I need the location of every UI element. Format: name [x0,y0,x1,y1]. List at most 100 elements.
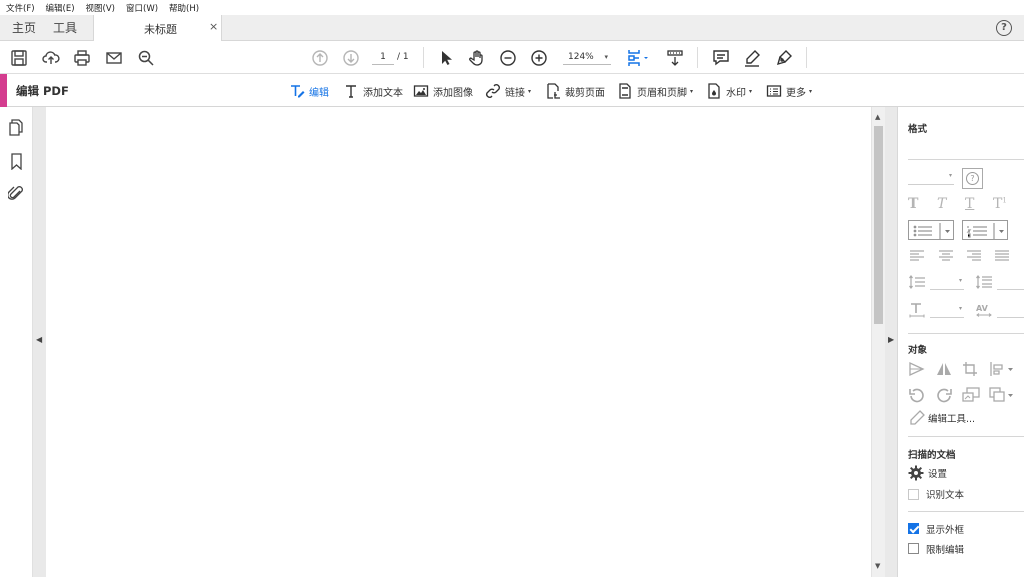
crop-page-button[interactable]: 裁剪页面 [545,81,605,101]
link-button[interactable]: 链接 ▾ [485,81,531,101]
arrange-objects-icon[interactable] [989,361,1015,377]
line-spacing-icon[interactable] [908,274,926,290]
paragraph-spacing-icon[interactable] [975,274,993,290]
watermark-icon [708,83,720,99]
show-bbox-label: 显示外框 [926,525,965,536]
zoom-select[interactable]: 124% ▾ [563,49,611,65]
zoom-in-icon[interactable] [530,49,548,67]
watermark-button[interactable]: 水印 ▾ [706,81,752,101]
replace-image-icon[interactable] [962,387,980,403]
scan-settings-label[interactable]: 设置 [928,466,947,480]
bullet-list-button[interactable] [908,220,954,240]
scrollbar-thumb[interactable] [874,126,883,324]
header-footer-button[interactable]: 页眉和页脚 ▾ [617,81,693,101]
cloud-upload-icon[interactable] [42,49,60,67]
bookmark-icon[interactable] [8,153,25,170]
tab-document-title: 未标题 [144,23,177,36]
close-icon[interactable]: × [209,20,218,33]
vertical-scrollbar[interactable]: ▲ ▼ [871,107,885,577]
print-icon[interactable] [73,49,91,67]
more-button[interactable]: 更多 ▾ [766,81,812,101]
horizontal-scale-icon[interactable] [908,302,926,318]
flip-vertical-icon[interactable] [908,361,926,377]
paragraph-spacing-input[interactable] [997,276,1024,290]
add-image-label: 添加图像 [433,87,473,99]
add-text-button[interactable]: 添加文本 [343,81,403,101]
zoom-out-icon[interactable] [499,49,517,67]
show-bbox-checkbox[interactable] [908,523,919,534]
more-label: 更多 [786,87,806,99]
panel-divider [908,333,1024,334]
group-objects-icon[interactable] [989,387,1015,403]
document-canvas[interactable] [46,107,871,577]
page-number-input[interactable]: 1 [372,49,394,65]
character-spacing-input[interactable] [997,304,1024,318]
horizontal-scale-select[interactable]: ▾ [930,304,964,318]
align-justify-icon[interactable] [993,248,1011,264]
scanned-docs-heading: 扫描的文档 [908,450,956,461]
tab-tools[interactable]: 工具 [53,15,77,41]
rotate-counterclockwise-icon[interactable] [908,387,926,403]
email-icon[interactable] [105,49,123,67]
align-left-icon[interactable] [908,248,926,264]
left-panel-collapse[interactable]: ◀ [33,107,46,577]
underline-icon[interactable]: T [965,196,983,212]
edit-pdf-toolbar: 编辑 PDF 编辑 添加文本 添加图像 链接 ▾ 裁剪页面 页眉和页脚 ▾ 水印… [0,74,1024,107]
prev-page-icon[interactable] [311,49,329,67]
header-footer-icon [619,83,631,99]
flip-horizontal-icon[interactable] [935,361,953,377]
line-spacing-select[interactable]: ▾ [930,276,964,290]
next-page-icon[interactable] [342,49,360,67]
save-icon[interactable] [10,49,28,67]
restrict-editing-checkbox[interactable] [908,543,919,554]
help-icon: ? [966,172,979,185]
align-right-icon[interactable] [965,248,983,264]
edit-button-label: 编辑 [309,87,329,99]
menu-help[interactable]: 帮助(H) [169,2,199,14]
crop-page-icon [547,83,560,99]
attachment-icon[interactable] [8,185,25,202]
menu-bar: 文件(F) 编辑(E) 视图(V) 窗口(W) 帮助(H) [0,0,1024,15]
recognize-text-checkbox[interactable] [908,489,919,500]
menu-edit[interactable]: 编辑(E) [46,2,75,14]
gear-icon[interactable] [908,465,926,481]
comment-icon[interactable] [712,49,730,67]
tab-document[interactable]: 未标题 × [93,15,222,42]
format-help-button[interactable]: ? [962,168,983,189]
menu-window[interactable]: 窗口(W) [126,2,158,14]
page-thumbnails-icon[interactable] [8,119,25,136]
add-image-button[interactable]: 添加图像 [413,81,473,101]
sign-icon[interactable] [775,49,793,67]
superscript-icon[interactable]: T1 [993,196,1011,212]
numbered-list-button[interactable] [962,220,1008,240]
rotate-clockwise-icon[interactable] [935,387,953,403]
highlight-pen-icon[interactable] [743,49,761,67]
scroll-down-icon[interactable]: ▼ [875,562,880,570]
scroll-up-icon[interactable]: ▲ [875,113,880,121]
font-family-select[interactable]: ▾ [908,171,954,185]
help-icon[interactable]: ? [996,20,1012,36]
search-icon[interactable] [137,49,155,67]
chevron-down-icon: ▾ [958,305,962,312]
svg-text:AV: AV [976,304,989,313]
edit-tools-link[interactable]: 编辑工具... [928,411,975,425]
left-navigation-rail [0,107,33,577]
select-arrow-icon[interactable] [437,49,455,67]
character-spacing-icon[interactable]: AV [975,302,993,318]
italic-icon[interactable]: T [937,196,955,212]
edit-pdf-title: 编辑 PDF [16,84,69,98]
chevron-down-icon: ▾ [749,87,753,95]
menu-file[interactable]: 文件(F) [6,2,35,14]
edit-button[interactable]: 编辑 [289,81,329,101]
bold-icon[interactable]: T [908,196,926,212]
menu-view[interactable]: 视图(V) [86,2,115,14]
crop-icon[interactable] [962,361,980,377]
hand-tool-icon[interactable] [468,49,486,67]
align-center-icon[interactable] [937,248,955,264]
scroll-mode-icon[interactable] [666,49,684,67]
tab-home[interactable]: 主页 [12,15,36,41]
chevron-left-icon: ◀ [36,335,43,344]
fit-page-icon[interactable] [626,49,652,67]
chevron-right-icon: ▶ [888,335,895,344]
right-panel-collapse[interactable]: ▶ [885,107,897,577]
